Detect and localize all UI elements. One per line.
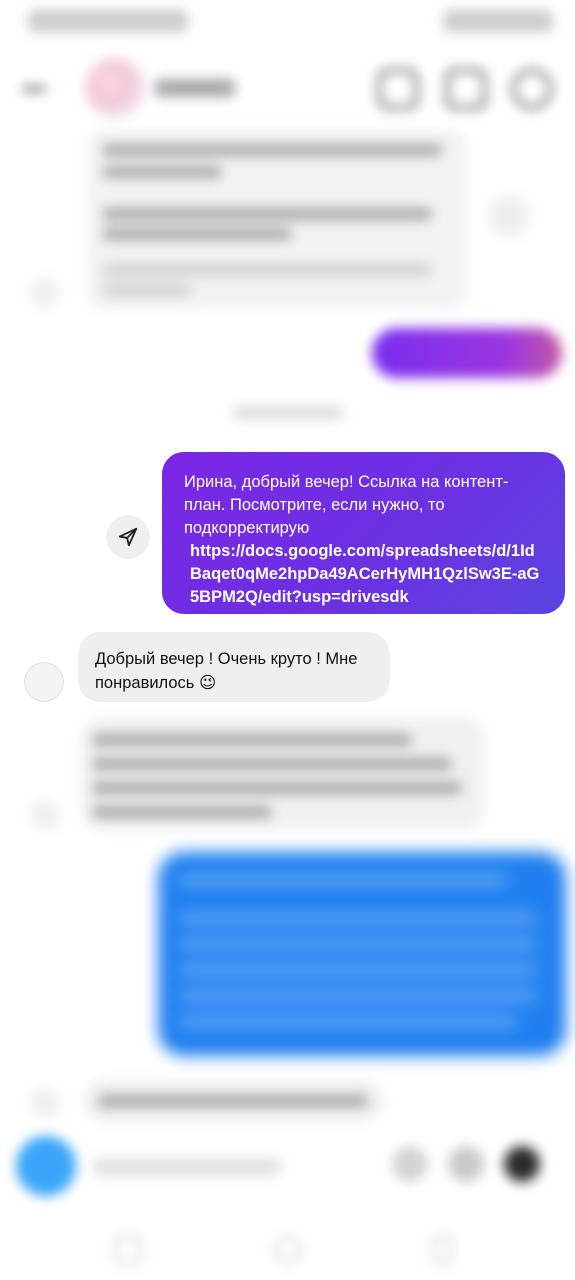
shared-post-card[interactable] bbox=[88, 130, 466, 308]
forward-button[interactable] bbox=[106, 515, 150, 559]
sticker-icon[interactable] bbox=[504, 1146, 540, 1182]
home-icon[interactable] bbox=[274, 1236, 302, 1264]
camera-icon[interactable] bbox=[16, 1136, 76, 1196]
contact-name[interactable] bbox=[155, 79, 235, 97]
message-text: Добрый вечер ! Очень круто ! Мне понрави… bbox=[95, 650, 358, 692]
received-message-bubble[interactable]: Добрый вечер ! Очень круто ! Мне понрави… bbox=[78, 632, 390, 702]
chat-header bbox=[0, 55, 575, 125]
status-icons bbox=[443, 10, 553, 32]
message-text: Ирина, добрый вечер! Ссылка на контент-п… bbox=[184, 473, 509, 537]
message-link[interactable]: https://docs.google.com/spreadsheets/d/1… bbox=[184, 540, 545, 609]
received-message-bubble[interactable] bbox=[82, 718, 484, 830]
back-icon[interactable] bbox=[432, 1236, 452, 1264]
status-bar bbox=[0, 0, 575, 44]
phone-icon[interactable] bbox=[378, 69, 418, 109]
mic-icon[interactable] bbox=[392, 1146, 428, 1182]
back-arrow-icon[interactable] bbox=[20, 77, 50, 101]
video-icon[interactable] bbox=[446, 69, 486, 109]
sent-message-bubble[interactable] bbox=[372, 328, 562, 378]
received-message-bubble[interactable] bbox=[84, 1080, 384, 1122]
avatar-small bbox=[30, 278, 60, 308]
share-icon[interactable] bbox=[488, 195, 530, 237]
status-time bbox=[28, 10, 188, 32]
avatar[interactable] bbox=[24, 662, 64, 702]
avatar-small bbox=[30, 1088, 60, 1118]
avatar-small bbox=[30, 800, 60, 830]
info-icon[interactable] bbox=[512, 69, 552, 109]
avatar[interactable] bbox=[85, 58, 145, 118]
send-icon bbox=[118, 527, 138, 547]
sent-message-bubble[interactable]: Ирина, добрый вечер! Ссылка на контент-п… bbox=[162, 452, 565, 614]
date-separator bbox=[232, 406, 344, 420]
recent-apps-icon[interactable] bbox=[114, 1236, 142, 1264]
message-input[interactable] bbox=[92, 1158, 282, 1176]
sent-message-bubble[interactable] bbox=[158, 852, 566, 1056]
gallery-icon[interactable] bbox=[448, 1146, 484, 1182]
system-nav-bar bbox=[0, 1218, 575, 1280]
